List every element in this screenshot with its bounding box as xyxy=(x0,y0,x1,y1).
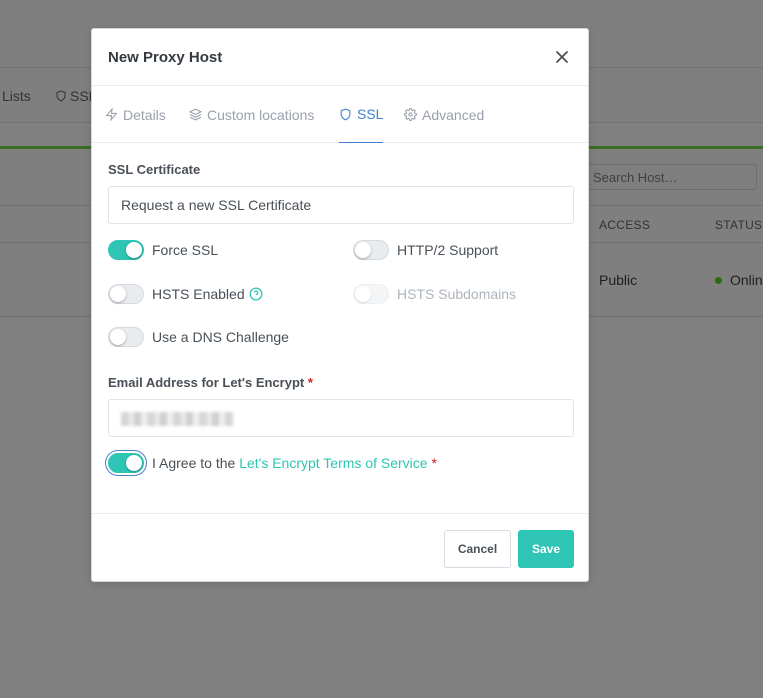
status-dot xyxy=(715,277,722,284)
agree-tos-label: I Agree to the Let's Encrypt Terms of Se… xyxy=(152,455,437,471)
cancel-button[interactable]: Cancel xyxy=(444,530,511,568)
save-button[interactable]: Save xyxy=(518,530,574,568)
dns-challenge-label: Use a DNS Challenge xyxy=(152,329,289,345)
agree-text: I Agree to the xyxy=(152,455,236,471)
close-button[interactable] xyxy=(552,47,572,67)
agree-tos-toggle[interactable]: I Agree to the Let's Encrypt Terms of Se… xyxy=(108,453,437,473)
nav-item-lists[interactable]: Lists xyxy=(2,88,31,104)
modal-header: New Proxy Host xyxy=(92,29,588,86)
tab-advanced[interactable]: Advanced xyxy=(404,86,484,143)
email-input[interactable] xyxy=(108,399,574,437)
tab-ssl-label: SSL xyxy=(357,106,384,122)
hsts-switch[interactable] xyxy=(108,284,144,304)
shield-icon xyxy=(56,90,66,102)
row-status-text: Online xyxy=(730,272,763,288)
ssl-certificate-select[interactable]: Request a new SSL Certificate xyxy=(108,186,574,224)
proxy-host-modal: New Proxy Host Details Custom locations … xyxy=(91,28,589,582)
switch-knob xyxy=(355,286,371,302)
switch-knob xyxy=(110,329,126,345)
switch-knob xyxy=(110,286,126,302)
modal-title: New Proxy Host xyxy=(108,49,223,66)
dns-challenge-switch[interactable] xyxy=(108,327,144,347)
close-icon xyxy=(556,51,568,63)
gear-icon xyxy=(404,108,417,121)
column-status: STATUS xyxy=(715,218,763,232)
dns-challenge-toggle[interactable]: Use a DNS Challenge xyxy=(108,327,289,347)
http2-toggle[interactable]: HTTP/2 Support xyxy=(353,240,498,260)
tab-details[interactable]: Details xyxy=(105,86,166,143)
http2-switch[interactable] xyxy=(353,240,389,260)
email-label-text: Email Address for Let's Encrypt xyxy=(108,375,305,390)
force-ssl-label: Force SSL xyxy=(152,242,219,258)
modal-footer: Cancel Save xyxy=(92,513,588,583)
switch-knob xyxy=(126,242,142,258)
switch-knob xyxy=(355,242,371,258)
http2-label: HTTP/2 Support xyxy=(397,242,499,258)
tab-ssl[interactable]: SSL xyxy=(339,86,384,143)
email-label: Email Address for Let's Encrypt * xyxy=(108,375,313,390)
tab-details-label: Details xyxy=(123,106,166,123)
force-ssl-switch[interactable] xyxy=(108,240,144,260)
layers-icon xyxy=(189,108,202,121)
tab-custom-locations-label: Custom locations xyxy=(207,106,315,123)
hsts-subdomains-switch[interactable] xyxy=(353,284,389,304)
help-circle-icon[interactable] xyxy=(249,287,263,301)
hsts-subdomains-toggle[interactable]: HSTS Subdomains xyxy=(353,284,516,304)
shield-icon xyxy=(340,108,351,121)
search-input[interactable]: Search Host… xyxy=(586,164,757,190)
required-mark: * xyxy=(431,455,437,471)
row-status: Online xyxy=(715,272,763,288)
zap-icon xyxy=(105,108,118,121)
hsts-label: HSTS Enabled xyxy=(152,286,245,302)
modal-tabs: Details Custom locations SSL Advanced xyxy=(92,86,588,143)
redacted-email xyxy=(121,411,233,426)
row-access: Public xyxy=(599,272,638,288)
hsts-toggle[interactable]: HSTS Enabled xyxy=(108,284,263,304)
agree-tos-switch[interactable] xyxy=(108,453,144,473)
tab-custom-locations[interactable]: Custom locations xyxy=(189,86,314,143)
column-access: ACCESS xyxy=(599,218,651,232)
ssl-certificate-label: SSL Certificate xyxy=(108,162,201,177)
hsts-subdomains-label: HSTS Subdomains xyxy=(397,286,517,302)
required-mark: * xyxy=(307,375,313,390)
switch-knob xyxy=(126,455,142,471)
tos-link[interactable]: Let's Encrypt Terms of Service xyxy=(239,455,427,471)
tab-advanced-label: Advanced xyxy=(422,106,485,123)
force-ssl-toggle[interactable]: Force SSL xyxy=(108,240,218,260)
